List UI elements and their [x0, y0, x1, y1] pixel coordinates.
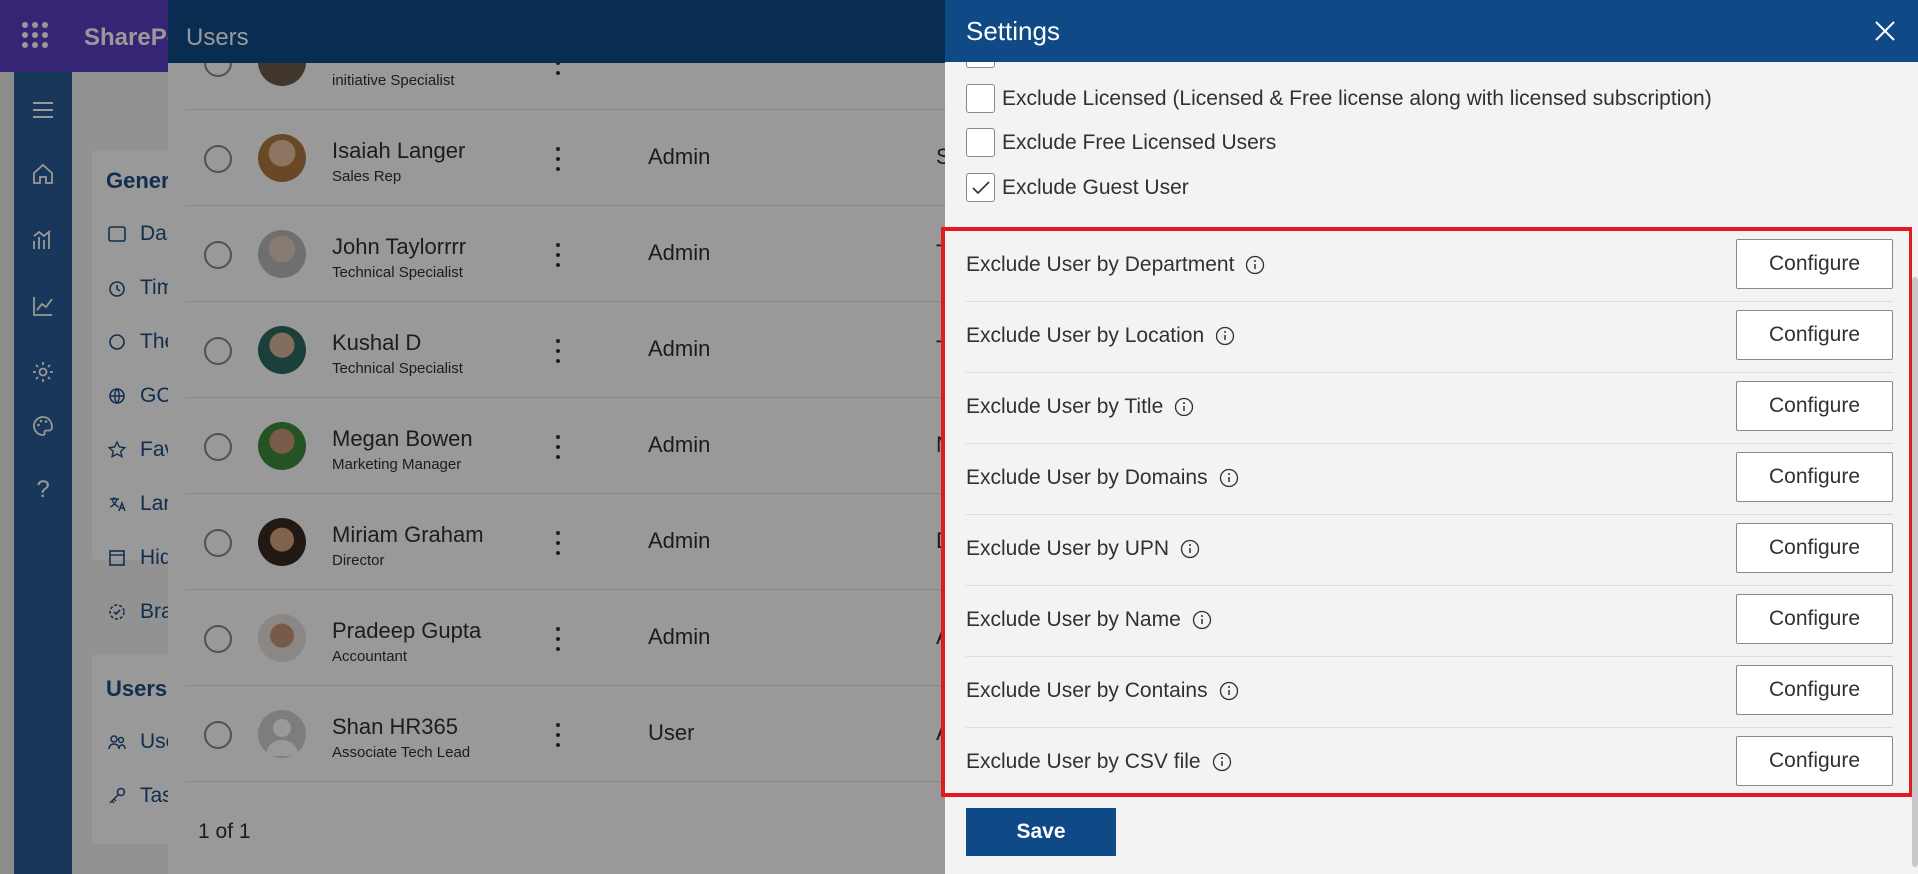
settings-header: Settings	[945, 0, 1918, 62]
exclude-label: Exclude User by Department	[966, 253, 1235, 276]
exclude-row-location: Exclude User by Location Configure	[966, 302, 1893, 373]
checkmark-icon	[971, 180, 990, 194]
exclude-label: Exclude User by UPN	[966, 537, 1170, 560]
checkbox-exclude-licensed[interactable]	[966, 84, 995, 113]
configure-button[interactable]: Configure	[1736, 594, 1893, 644]
checkbox-label: Exclude Free Licensed Users	[1002, 130, 1277, 154]
checkbox-row-guest[interactable]: Exclude Guest User	[966, 173, 1189, 202]
checkbox-label: Exclude Guest User	[1002, 175, 1189, 199]
exclude-label: Exclude User by Title	[966, 395, 1164, 418]
info-icon[interactable]	[1211, 751, 1233, 773]
info-icon[interactable]	[1191, 609, 1213, 631]
exclude-row-title: Exclude User by Title Configure	[966, 373, 1893, 444]
checkbox-exclude-guest[interactable]	[966, 173, 995, 202]
dim-overlay[interactable]	[0, 0, 945, 874]
configure-button[interactable]: Configure	[1736, 239, 1893, 289]
exclude-options-highlight: Exclude User by Department Configure Exc…	[941, 227, 1913, 797]
info-icon[interactable]	[1244, 254, 1266, 276]
configure-button[interactable]: Configure	[1736, 523, 1893, 573]
checkbox-row-free-licensed[interactable]: Exclude Free Licensed Users	[966, 128, 1276, 157]
exclude-label: Exclude User by Contains	[966, 679, 1208, 702]
save-button[interactable]: Save	[966, 808, 1116, 856]
exclude-label: Exclude User by Domains	[966, 466, 1208, 489]
close-icon[interactable]	[1871, 17, 1899, 45]
exclude-label: Exclude User by CSV file	[966, 750, 1201, 773]
exclude-row-domains: Exclude User by Domains Configure	[966, 444, 1893, 515]
configure-button[interactable]: Configure	[1736, 736, 1893, 786]
info-icon[interactable]	[1218, 680, 1240, 702]
info-icon[interactable]	[1173, 396, 1195, 418]
configure-button[interactable]: Configure	[1736, 665, 1893, 715]
checkbox[interactable]	[966, 62, 995, 68]
checkbox-label: Exclude Licensed (Licensed & Free licens…	[1002, 86, 1712, 110]
checkbox-row-licensed[interactable]: Exclude Licensed (Licensed & Free licens…	[966, 84, 1712, 113]
settings-scrollbar[interactable]	[1912, 62, 1918, 874]
settings-title: Settings	[966, 16, 1060, 46]
configure-button[interactable]: Configure	[1736, 310, 1893, 360]
configure-button[interactable]: Configure	[1736, 452, 1893, 502]
exclude-row-csv: Exclude User by CSV file Configure	[966, 728, 1893, 799]
checkbox-row-partial	[966, 62, 995, 68]
checkbox-exclude-free-licensed[interactable]	[966, 128, 995, 157]
info-icon[interactable]	[1179, 538, 1201, 560]
exclude-row-contains: Exclude User by Contains Configure	[966, 657, 1893, 728]
exclude-row-name: Exclude User by Name Configure	[966, 586, 1893, 657]
configure-button[interactable]: Configure	[1736, 381, 1893, 431]
exclude-label: Exclude User by Name	[966, 608, 1181, 631]
info-icon[interactable]	[1218, 467, 1240, 489]
exclude-row-upn: Exclude User by UPN Configure	[966, 515, 1893, 586]
exclude-label: Exclude User by Location	[966, 324, 1205, 347]
settings-panel: Settings Exclude Licensed (Licensed & Fr…	[941, 0, 1918, 874]
info-icon[interactable]	[1214, 325, 1236, 347]
exclude-row-department: Exclude User by Department Configure	[966, 231, 1893, 302]
scrollbar-thumb[interactable]	[1912, 277, 1918, 867]
